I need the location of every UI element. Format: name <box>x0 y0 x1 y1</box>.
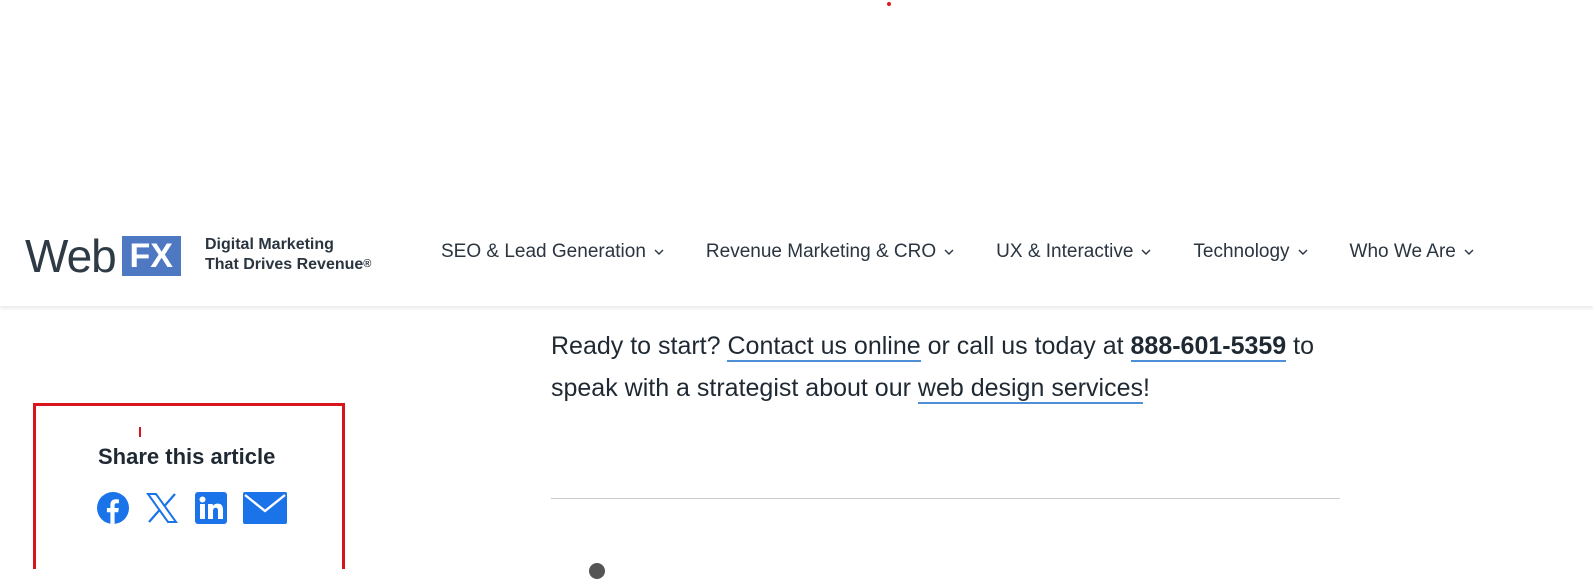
cta-paragraph: Ready to start? Contact us online or cal… <box>551 325 1341 409</box>
nav-item-who-we-are[interactable]: Who We Are <box>1350 241 1474 263</box>
nav-item-label: Who We Are <box>1349 241 1456 262</box>
tagline-line-2-text: That Drives Revenue <box>205 256 364 273</box>
tagline-line-2: That Drives Revenue® <box>205 255 371 275</box>
avatar <box>589 563 605 579</box>
chevron-down-icon <box>1298 249 1308 255</box>
nav-item-seo-lead-generation[interactable]: SEO & Lead Generation <box>441 241 664 263</box>
nav-item-label: UX & Interactive <box>996 241 1134 262</box>
tagline-line-1: Digital Marketing <box>205 236 334 253</box>
chevron-down-icon <box>1464 249 1474 255</box>
logo-web-text: Web <box>25 230 117 282</box>
linkedin-icon[interactable] <box>195 492 227 524</box>
red-marker-dot <box>887 2 891 6</box>
cta-end: ! <box>1143 374 1150 402</box>
nav-item-revenue-marketing-cro[interactable]: Revenue Marketing & CRO <box>706 241 954 263</box>
cta-middle: or call us today at <box>927 332 1124 360</box>
share-icons <box>97 492 287 524</box>
brand-tagline: Digital Marketing That Drives Revenue® <box>205 235 371 275</box>
chevron-down-icon <box>654 249 664 255</box>
contact-us-link[interactable]: Contact us online <box>727 332 921 362</box>
cta-prefix: Ready to start? <box>551 332 721 360</box>
main-nav: SEO & Lead Generation Revenue Marketing … <box>441 241 1474 263</box>
nav-item-technology[interactable]: Technology <box>1193 241 1308 263</box>
email-icon[interactable] <box>243 492 287 524</box>
facebook-icon[interactable] <box>97 492 129 524</box>
site-header: Web FX Digital Marketing That Drives Rev… <box>0 211 1593 307</box>
red-cursor-mark <box>139 427 141 437</box>
webfx-logo[interactable]: Web FX <box>25 232 181 280</box>
nav-item-label: SEO & Lead Generation <box>441 241 646 262</box>
section-divider <box>551 498 1340 499</box>
chevron-down-icon <box>1141 249 1151 255</box>
x-icon[interactable] <box>146 492 178 524</box>
registered-mark: ® <box>363 258 372 270</box>
share-title: Share this article <box>98 444 276 469</box>
nav-item-label: Technology <box>1193 241 1290 262</box>
nav-item-label: Revenue Marketing & CRO <box>705 241 937 262</box>
share-article-box: Share this article <box>33 403 345 569</box>
chevron-down-icon <box>944 249 954 255</box>
logo-fx-badge: FX <box>121 236 181 276</box>
nav-item-ux-interactive[interactable]: UX & Interactive <box>996 241 1151 263</box>
web-design-services-link[interactable]: web design services <box>917 374 1144 404</box>
phone-link[interactable]: 888-601-5359 <box>1130 332 1287 362</box>
